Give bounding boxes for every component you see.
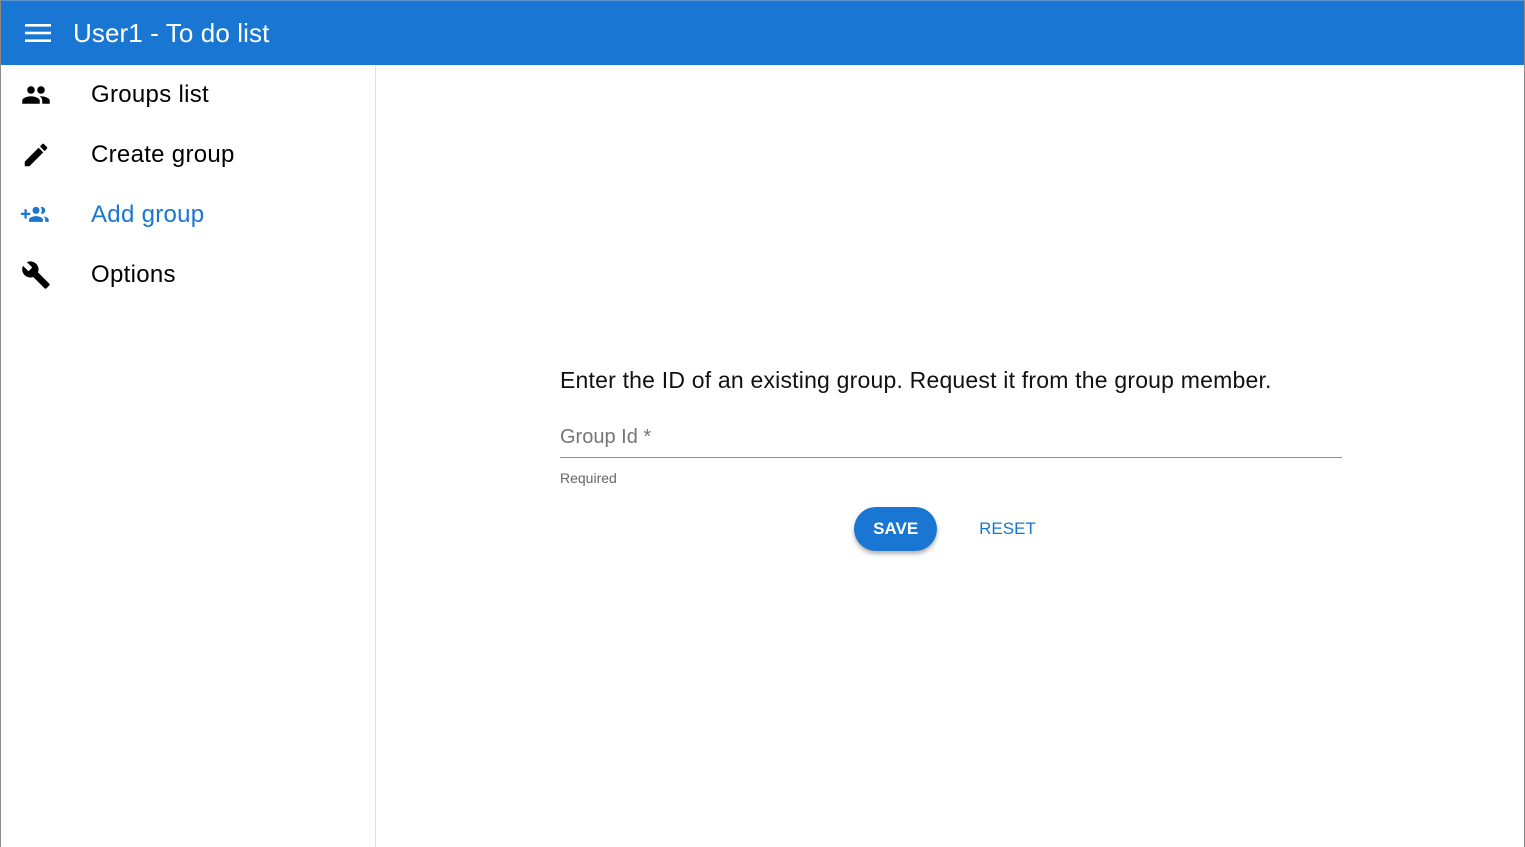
sidebar-item-options[interactable]: Options	[1, 245, 375, 305]
save-button[interactable]: SAVE	[854, 507, 938, 551]
main-content: Enter the ID of an existing group. Reque…	[377, 65, 1524, 847]
sidebar-item-label: Create group	[91, 141, 235, 168]
sidebar-item-groups-list[interactable]: Groups list	[1, 65, 375, 125]
pencil-icon	[21, 140, 51, 170]
sidebar-item-label: Options	[91, 261, 176, 288]
people-icon	[21, 80, 51, 110]
form-actions: SAVE RESET	[560, 507, 1342, 551]
add-group-form: Enter the ID of an existing group. Reque…	[560, 367, 1342, 551]
app-title: User1 - To do list	[73, 17, 270, 48]
wrench-icon	[21, 260, 51, 290]
group-id-helper-text: Required	[560, 470, 617, 486]
group-id-field-wrapper: Required	[560, 418, 1342, 498]
form-instructions: Enter the ID of an existing group. Reque…	[560, 367, 1272, 393]
sidebar-item-label: Add group	[91, 201, 205, 228]
sidebar: Groups list Create group Add group Optio…	[1, 65, 376, 847]
group-id-input[interactable]	[560, 418, 1342, 458]
app-bar: User1 - To do list	[1, 0, 1524, 65]
reset-button[interactable]: RESET	[967, 507, 1048, 551]
app-window: User1 - To do list Groups list Create gr…	[0, 0, 1525, 847]
menu-icon[interactable]	[25, 23, 51, 43]
sidebar-item-add-group[interactable]: Add group	[1, 185, 375, 245]
sidebar-item-create-group[interactable]: Create group	[1, 125, 375, 185]
group-add-icon	[21, 200, 51, 230]
sidebar-item-label: Groups list	[91, 81, 210, 108]
